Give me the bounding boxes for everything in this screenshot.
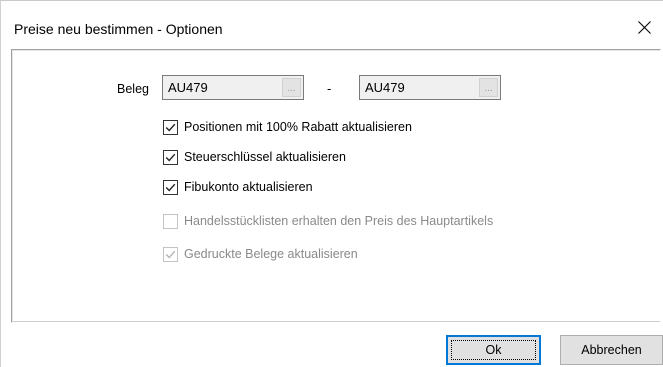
ok-button[interactable]: Ok [446,335,541,365]
checkbox-box[interactable] [163,180,178,195]
beleg-label: Beleg [117,82,149,96]
range-separator: - [327,81,332,96]
beleg-from-value: AU479 [168,80,208,95]
beleg-from-browse-button[interactable]: ... [282,78,301,97]
checkbox-box[interactable] [163,120,178,135]
beleg-from-field[interactable]: AU479 ... [162,75,304,100]
window-title: Preise neu bestimmen - Optionen [14,21,223,37]
checkbox-label: Gedruckte Belege aktualisieren [184,247,358,261]
options-panel-inner [12,50,660,322]
cancel-button[interactable]: Abbrechen [560,335,663,365]
beleg-to-value: AU479 [365,80,405,95]
checkbox-label: Fibukonto aktualisieren [184,180,313,194]
title-bar: Preise neu bestimmen - Optionen [0,0,663,46]
checkmark-icon [165,183,176,192]
focus-rectangle [451,340,536,360]
checkbox-box [163,247,178,262]
checkmark-icon [165,153,176,162]
checkmark-icon [165,250,176,259]
window-left-border [0,0,1,367]
checkbox-box [163,214,178,229]
checkbox-label: Handelsstücklisten erhalten den Preis de… [184,214,494,228]
beleg-to-field[interactable]: AU479 ... [359,75,501,100]
cancel-button-label: Abbrechen [581,343,642,357]
close-icon [638,21,651,34]
beleg-to-browse-button[interactable]: ... [479,78,498,97]
checkbox-box[interactable] [163,150,178,165]
close-button[interactable] [625,10,663,46]
checkbox-label: Positionen mit 100% Rabatt aktualisieren [184,120,412,134]
checkbox-label: Steuerschlüssel aktualisieren [184,150,346,164]
checkmark-icon [165,123,176,132]
